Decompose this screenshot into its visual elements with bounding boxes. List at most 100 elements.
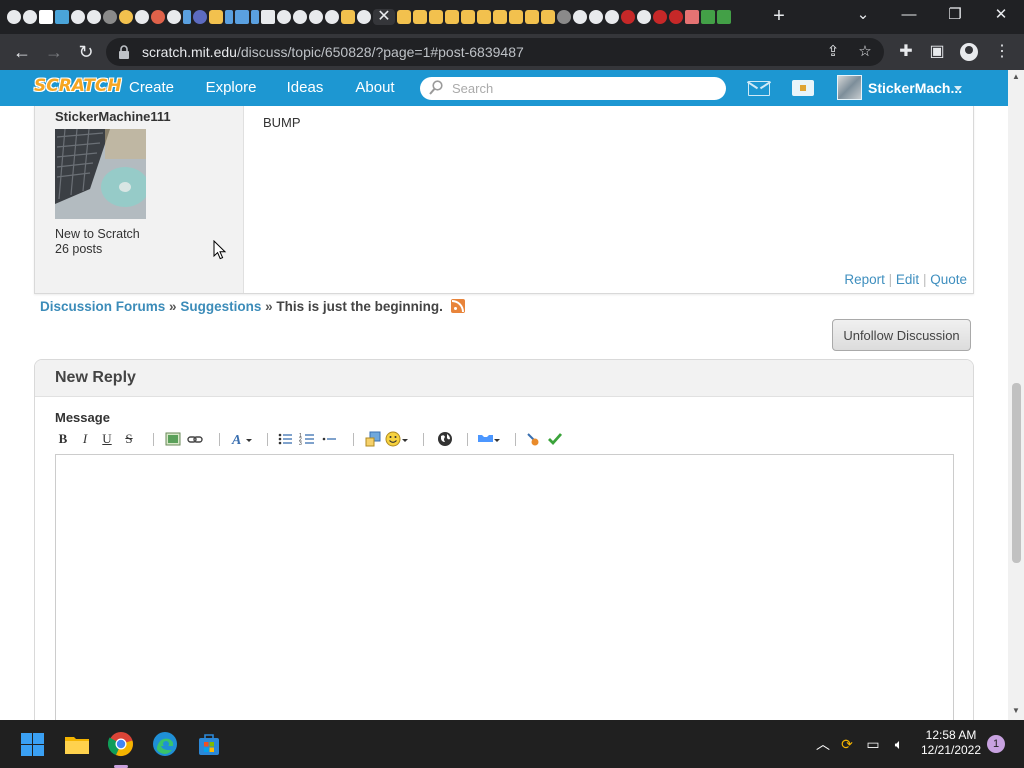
tab[interactable] — [509, 10, 523, 24]
page-scrollbar[interactable]: ▲ ▼ — [1008, 70, 1024, 720]
volume-icon[interactable]: 🔈︎ — [890, 736, 908, 752]
tab[interactable] — [445, 10, 459, 24]
tab[interactable] — [261, 10, 275, 24]
tab[interactable] — [701, 10, 715, 24]
sidebar-icon[interactable]: ▣ — [928, 43, 946, 61]
post-author-name[interactable]: StickerMachine111 — [55, 109, 171, 124]
underline-button[interactable]: U — [99, 430, 115, 448]
tab[interactable] — [717, 10, 731, 24]
notification-badge[interactable]: 1 — [987, 735, 1005, 753]
edit-link[interactable]: Edit — [896, 272, 919, 287]
edge-icon[interactable] — [152, 731, 178, 757]
tab-search-dropdown-icon[interactable]: ⌄ — [840, 0, 886, 30]
messages-icon[interactable] — [748, 81, 770, 96]
tab[interactable] — [477, 10, 491, 24]
clean-icon[interactable] — [525, 430, 541, 448]
address-bar[interactable]: scratch.mit.edu/discuss/topic/650828/?pa… — [106, 38, 884, 66]
tab[interactable] — [251, 10, 259, 24]
tab[interactable] — [87, 10, 101, 24]
tab[interactable] — [39, 10, 53, 24]
file-explorer-icon[interactable] — [64, 731, 90, 757]
tab[interactable] — [605, 10, 619, 24]
tab[interactable] — [653, 10, 667, 24]
nav-about[interactable]: About — [344, 70, 406, 106]
search-input[interactable] — [452, 79, 712, 98]
quote-link[interactable]: Quote — [930, 272, 967, 287]
tab[interactable] — [151, 10, 165, 24]
tab[interactable] — [621, 10, 635, 24]
tab[interactable] — [135, 10, 149, 24]
tab[interactable] — [637, 10, 651, 24]
tab[interactable] — [413, 10, 427, 24]
post-author-avatar[interactable] — [55, 129, 146, 219]
nav-ideas[interactable]: Ideas — [276, 70, 334, 106]
microsoft-store-icon[interactable] — [196, 731, 222, 757]
search-box[interactable] — [420, 77, 726, 100]
check-icon[interactable] — [547, 430, 563, 448]
tab[interactable] — [525, 10, 539, 24]
rss-feed-icon[interactable] — [450, 299, 465, 313]
link-icon[interactable] — [187, 430, 203, 448]
lock-icon[interactable] — [118, 45, 130, 59]
back-button[interactable]: ← — [10, 41, 34, 63]
tab[interactable] — [55, 10, 69, 24]
tab[interactable] — [293, 10, 307, 24]
report-link[interactable]: Report — [844, 272, 885, 287]
tab[interactable] — [397, 10, 411, 24]
share-icon[interactable]: ⇪ — [824, 43, 842, 61]
scratchblocks-dropdown-icon[interactable] — [477, 430, 501, 448]
scrollbar-thumb[interactable] — [1012, 383, 1021, 563]
message-textarea[interactable] — [55, 454, 954, 728]
minimize-button[interactable]: — — [886, 0, 932, 30]
scroll-down-icon[interactable]: ▼ — [1008, 704, 1024, 718]
system-clock[interactable]: 12:58 AM 12/21/2022 — [918, 728, 984, 758]
tab[interactable] — [493, 10, 507, 24]
tab[interactable] — [103, 10, 117, 24]
globe-icon[interactable] — [437, 430, 453, 448]
username[interactable]: StickerMach... — [868, 70, 962, 106]
reload-button[interactable]: ↻ — [74, 41, 98, 63]
tab[interactable] — [573, 10, 587, 24]
breadcrumb-forums-link[interactable]: Discussion Forums — [40, 299, 165, 314]
bold-button[interactable]: B — [55, 430, 71, 448]
extensions-icon[interactable]: ✚ — [897, 43, 915, 61]
numbered-list-icon[interactable]: 123 — [299, 430, 315, 448]
network-icon[interactable]: ▭ — [864, 736, 882, 752]
tab[interactable] — [685, 10, 699, 24]
bulleted-list-icon[interactable] — [277, 430, 293, 448]
nav-explore[interactable]: Explore — [196, 70, 266, 106]
tab[interactable] — [183, 10, 191, 24]
tab[interactable] — [7, 10, 21, 24]
tab-close-icon[interactable]: ✕ — [373, 9, 395, 25]
tab[interactable] — [589, 10, 603, 24]
tab[interactable] — [277, 10, 291, 24]
forward-button[interactable]: → — [42, 41, 66, 63]
tab[interactable] — [71, 10, 85, 24]
restore-button[interactable]: ❐ — [932, 0, 978, 30]
tab[interactable] — [119, 10, 133, 24]
tab[interactable] — [429, 10, 443, 24]
tab[interactable] — [357, 10, 371, 24]
tab[interactable] — [541, 10, 555, 24]
smiley-dropdown-icon[interactable] — [385, 430, 409, 448]
breadcrumb-category-link[interactable]: Suggestions — [180, 299, 261, 314]
tab[interactable] — [235, 10, 249, 24]
list-item-icon[interactable] — [321, 430, 337, 448]
nav-create[interactable]: Create — [119, 70, 184, 106]
new-tab-button[interactable]: + — [768, 5, 790, 27]
profile-icon[interactable] — [960, 43, 978, 61]
tab[interactable] — [167, 10, 181, 24]
italic-button[interactable]: I — [77, 430, 93, 448]
tab[interactable] — [669, 10, 683, 24]
show-hidden-icons-chevron-icon[interactable]: ︿ — [814, 736, 832, 752]
chrome-icon[interactable] — [108, 731, 134, 757]
sync-icon[interactable]: ⟳ — [838, 736, 856, 752]
tab[interactable] — [557, 10, 571, 24]
font-style-dropdown-icon[interactable]: A — [231, 430, 255, 448]
user-avatar[interactable] — [837, 75, 862, 100]
menu-icon[interactable]: ⋮ — [993, 43, 1011, 61]
scroll-up-icon[interactable]: ▲ — [1008, 70, 1024, 84]
tab[interactable] — [209, 10, 223, 24]
tab[interactable] — [341, 10, 355, 24]
window-close-button[interactable]: ✕ — [978, 0, 1024, 30]
